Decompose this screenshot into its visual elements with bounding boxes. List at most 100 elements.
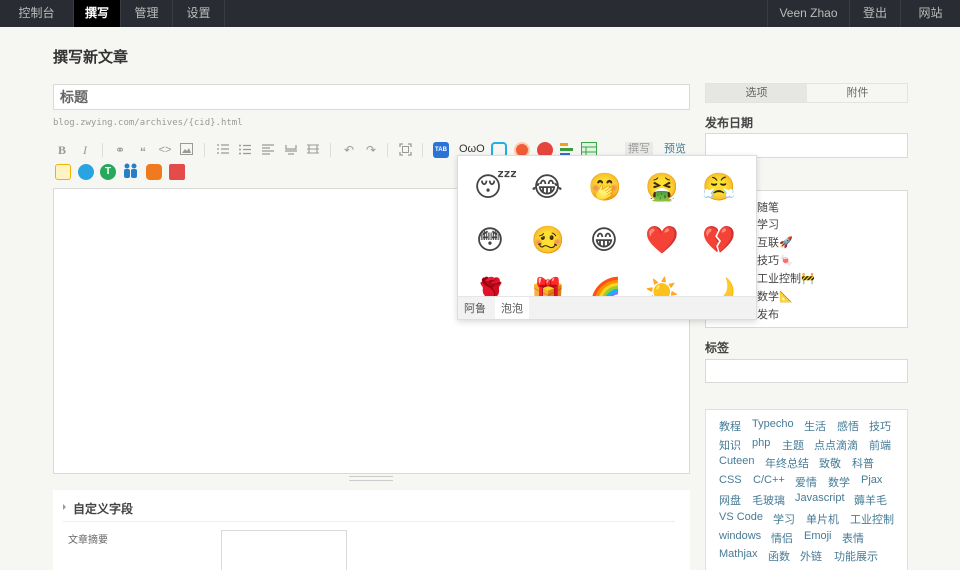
tag[interactable]: 单片机 <box>806 511 839 527</box>
tag[interactable]: Typecho <box>752 418 794 430</box>
quote-button[interactable]: “ <box>136 145 150 159</box>
emoji-flushed[interactable]: 😳 <box>474 224 506 256</box>
tab-icon[interactable]: TAB <box>433 142 449 158</box>
italic-button[interactable]: I <box>78 143 92 157</box>
emoji-tears-of-joy[interactable]: 😂 <box>531 171 563 203</box>
emoji-rainbow[interactable]: 🌈 <box>588 276 622 296</box>
tag[interactable]: 感悟 <box>837 418 859 434</box>
bold-button[interactable]: B <box>55 143 69 157</box>
tag[interactable]: 情侣 <box>771 530 793 546</box>
image-icon[interactable] <box>180 143 193 155</box>
category-item[interactable]: 技巧🍬 <box>757 252 793 268</box>
text-style-icon[interactable]: T <box>100 164 116 180</box>
tags-label: 标签 <box>705 341 730 355</box>
category-item[interactable]: 学习 <box>757 216 779 232</box>
tag[interactable]: 毛玻璃 <box>752 492 785 508</box>
emoji-angry[interactable]: 😤 <box>702 171 736 203</box>
tag[interactable]: 年终总结 <box>765 455 809 471</box>
tag[interactable]: 科普 <box>852 455 874 471</box>
ordered-list-icon[interactable] <box>217 144 229 155</box>
nav-write[interactable]: 撰写 <box>74 0 121 27</box>
tag[interactable]: Pjax <box>861 474 882 486</box>
tag[interactable]: Emoji <box>804 530 832 542</box>
custom-fields-title[interactable]: 自定义字段 <box>73 500 133 517</box>
nav-manage[interactable]: 管理 <box>121 0 173 27</box>
tab-attachments[interactable]: 附件 <box>807 84 908 102</box>
tag[interactable]: Cuteen <box>719 455 754 467</box>
nav-dashboard[interactable]: 控制台 <box>0 0 74 27</box>
emoji-heart[interactable]: ❤️ <box>645 224 679 256</box>
expand-arrow-icon[interactable] <box>63 504 66 510</box>
more-icon[interactable] <box>307 144 319 155</box>
category-item[interactable]: 工业控制🚧 <box>757 270 815 286</box>
emoji-sleepy[interactable]: 😴 <box>474 171 517 203</box>
tag[interactable]: 教程 <box>719 418 741 434</box>
media-icon[interactable] <box>146 164 162 180</box>
emoji-gift[interactable]: 🎁 <box>531 276 565 296</box>
toolbar-divider <box>204 143 205 157</box>
music-icon[interactable] <box>169 164 185 180</box>
nav-user[interactable]: Veen Zhao <box>767 0 849 27</box>
tag[interactable]: 外链 <box>800 548 822 564</box>
heading-icon[interactable] <box>262 144 274 155</box>
owo-button[interactable]: OωO <box>459 143 485 155</box>
page-title: 撰写新文章 <box>53 49 129 66</box>
title-input[interactable]: 标题 <box>53 84 690 110</box>
category-item[interactable]: 互联🚀 <box>757 234 793 250</box>
tag[interactable]: 薅羊毛 <box>854 492 887 508</box>
tag[interactable]: 功能展示 <box>834 548 878 564</box>
tag[interactable]: C/C++ <box>753 474 785 486</box>
tag[interactable]: 生活 <box>804 418 826 434</box>
undo-button[interactable]: ↶ <box>342 143 356 157</box>
link-button[interactable]: ⚭ <box>113 143 127 157</box>
tag[interactable]: 前端 <box>869 437 891 453</box>
tag[interactable]: Javascript <box>795 492 845 504</box>
category-item[interactable]: 发布 <box>757 306 779 322</box>
tags-input[interactable] <box>705 359 908 383</box>
team-icon[interactable] <box>123 163 138 179</box>
unordered-list-icon[interactable] <box>239 144 251 155</box>
nav-logout[interactable]: 登出 <box>849 0 900 27</box>
tag[interactable]: php <box>752 437 770 449</box>
nav-site[interactable]: 网站 <box>900 0 960 27</box>
emoji-vomit[interactable]: 🤮 <box>645 171 679 203</box>
nav-settings[interactable]: 设置 <box>173 0 225 27</box>
tag[interactable]: 网盘 <box>719 492 741 508</box>
emoji-tab-alu[interactable]: 阿鲁 <box>458 297 492 319</box>
emoji-giggle[interactable]: 🤭 <box>588 171 622 203</box>
tag[interactable]: 知识 <box>719 437 741 453</box>
tag[interactable]: 点点滴滴 <box>814 437 858 453</box>
emoji-broken-heart[interactable]: 💔 <box>702 224 736 256</box>
tag[interactable]: 爱情 <box>795 474 817 490</box>
tag[interactable]: 工业控制 <box>850 511 894 527</box>
tab-options[interactable]: 选项 <box>706 84 807 102</box>
emoji-tab-paopao[interactable]: 泡泡 <box>495 297 529 319</box>
emoji-rose[interactable]: 🌹 <box>474 276 508 296</box>
editor-resize-handle[interactable] <box>349 476 393 481</box>
tag[interactable]: Mathjax <box>719 548 758 560</box>
tag[interactable]: 函数 <box>768 548 790 564</box>
tag[interactable]: 学习 <box>773 511 795 527</box>
tag[interactable]: 数学 <box>828 474 850 490</box>
tag[interactable]: CSS <box>719 474 742 486</box>
redo-button[interactable]: ↷ <box>364 143 378 157</box>
tag[interactable]: 主题 <box>782 437 804 453</box>
tag[interactable]: windows <box>719 530 761 542</box>
category-item[interactable]: 数学📐 <box>757 288 793 304</box>
tag[interactable]: 致敬 <box>819 455 841 471</box>
tag[interactable]: 表情 <box>842 530 864 546</box>
tag[interactable]: 技巧 <box>869 418 891 434</box>
code-button[interactable]: <> <box>158 143 172 157</box>
toolbar-divider <box>387 143 388 157</box>
horizontal-rule-icon[interactable] <box>285 144 297 155</box>
note-icon[interactable] <box>55 164 71 180</box>
fullscreen-icon[interactable] <box>399 143 412 156</box>
emoji-woozy[interactable]: 🥴 <box>531 224 565 256</box>
tag[interactable]: VS Code <box>719 511 763 523</box>
emoji-sun[interactable]: ☀️ <box>645 276 679 296</box>
emoji-grin[interactable]: 😁 <box>588 224 620 256</box>
category-item[interactable]: 随笔 <box>757 199 779 215</box>
photo-album-icon[interactable] <box>78 164 94 180</box>
excerpt-field[interactable] <box>221 530 347 570</box>
emoji-moon[interactable]: 🌙 <box>702 276 736 296</box>
